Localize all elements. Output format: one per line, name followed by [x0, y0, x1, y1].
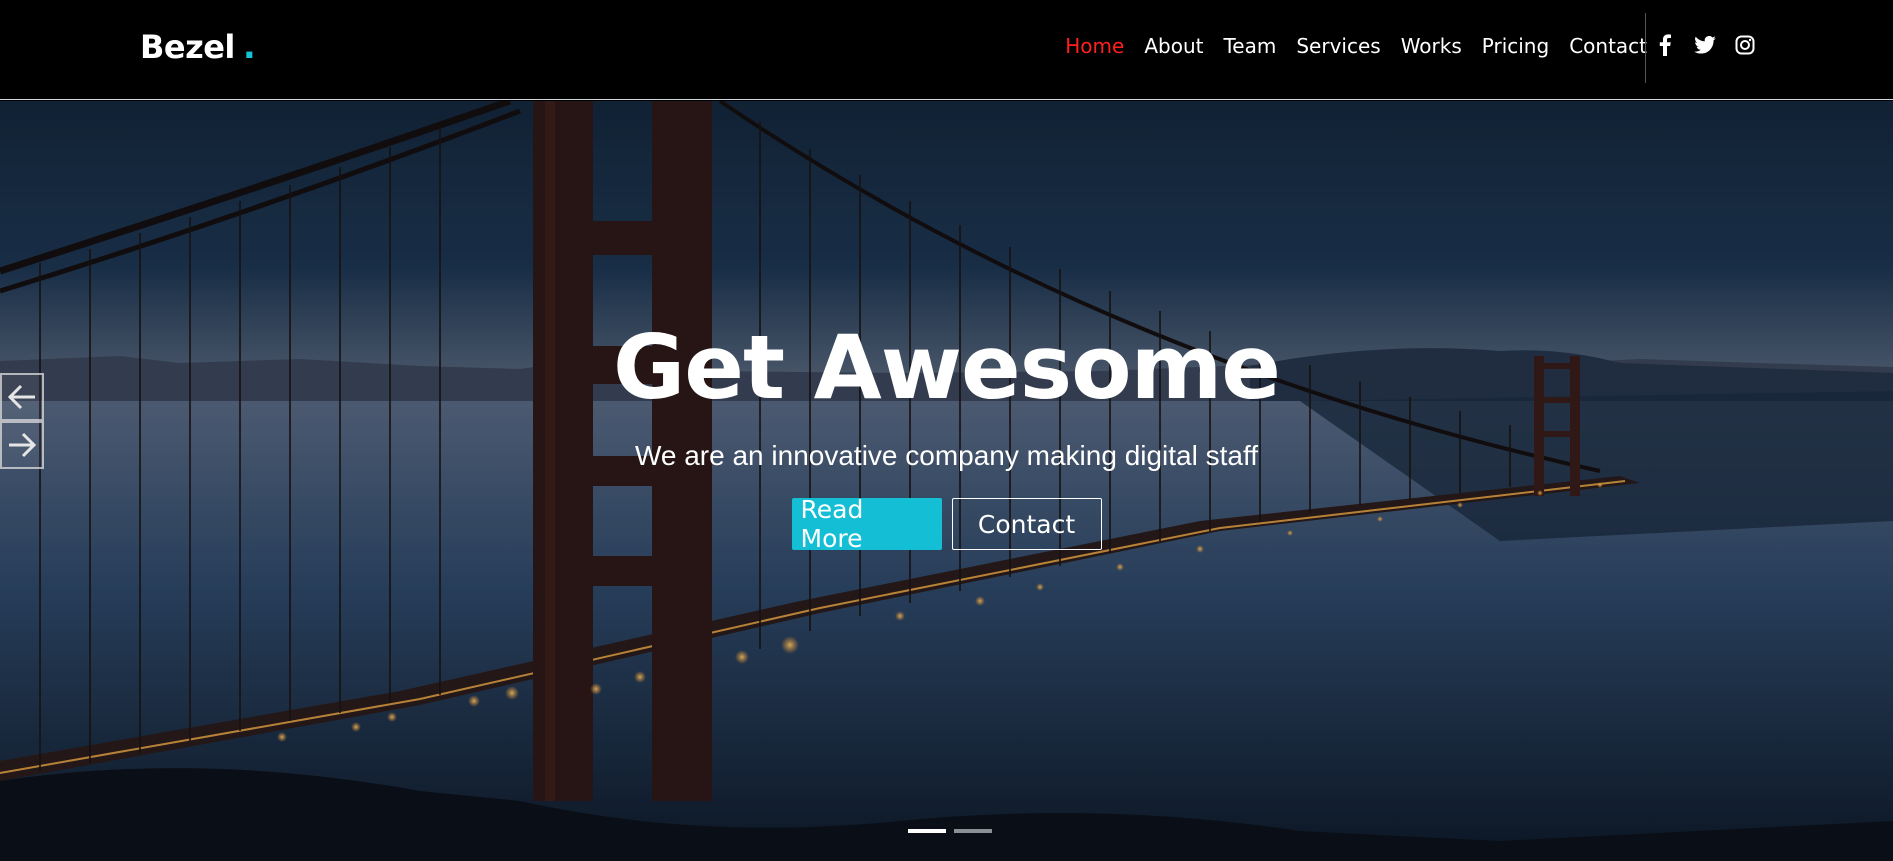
twitter-icon[interactable]	[1694, 34, 1716, 56]
site-header: Bezel . Home About Team Services Works P…	[0, 0, 1893, 100]
instagram-icon[interactable]	[1734, 34, 1756, 56]
contact-button[interactable]: Contact	[951, 498, 1102, 550]
logo[interactable]: Bezel .	[140, 27, 256, 67]
slider-dots	[908, 829, 992, 833]
hero-slider: Get Awesome We are an innovative company…	[0, 101, 1893, 861]
hero-buttons: Read More Contact	[0, 495, 1893, 553]
nav-item-pricing[interactable]: Pricing	[1482, 34, 1549, 58]
social-links	[1654, 34, 1756, 56]
hero-overlay	[0, 101, 1893, 861]
nav-item-contact[interactable]: Contact	[1569, 34, 1647, 58]
hero-title: Get Awesome	[613, 316, 1281, 419]
nav-item-team[interactable]: Team	[1223, 34, 1276, 58]
nav-divider	[1645, 13, 1646, 83]
logo-dot: .	[242, 27, 256, 67]
hero-subtitle: We are an innovative company making digi…	[634, 440, 1259, 471]
facebook-icon[interactable]	[1654, 34, 1676, 56]
nav-item-about[interactable]: About	[1144, 34, 1203, 58]
read-more-button[interactable]: Read More	[791, 495, 942, 553]
slider-dot-1[interactable]	[908, 829, 946, 833]
main-nav: Home About Team Services Works Pricing C…	[1045, 34, 1647, 58]
logo-text: Bezel	[140, 28, 235, 66]
nav-item-services[interactable]: Services	[1296, 34, 1380, 58]
nav-item-works[interactable]: Works	[1401, 34, 1462, 58]
nav-item-home[interactable]: Home	[1065, 34, 1124, 58]
slider-dot-2[interactable]	[954, 829, 992, 833]
